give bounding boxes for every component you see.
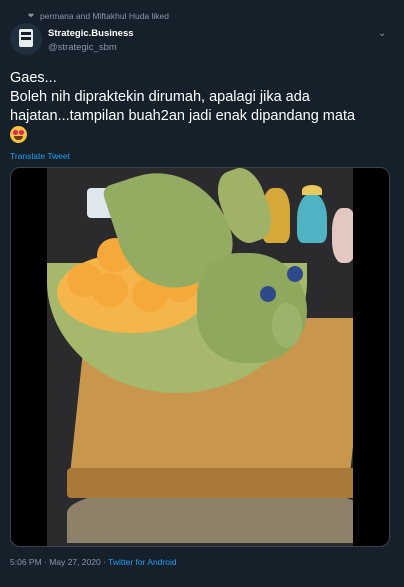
heart-icon: ❤	[28, 13, 34, 20]
chevron-down-icon[interactable]: ⌄	[378, 28, 386, 39]
toy-figure	[297, 185, 327, 243]
tweet-time[interactable]: 5:06 PM · May 27, 2020 ·	[10, 557, 108, 567]
tweet-source[interactable]: Twitter for Android	[108, 557, 177, 567]
heart-eyes-emoji-icon	[10, 126, 27, 143]
blueberry-eye	[287, 266, 303, 282]
melon-snout	[272, 303, 302, 348]
tweet-line: Gaes...	[10, 70, 57, 86]
tweet-text: Gaes... Boleh nih dipraktekin dirumah, a…	[10, 69, 395, 146]
tweet-timestamp: 5:06 PM · May 27, 2020 · Twitter for And…	[10, 557, 177, 567]
tweet-line: Boleh nih dipraktekin dirumah, apalagi j…	[10, 89, 310, 105]
avatar[interactable]	[10, 23, 42, 55]
tweet-video[interactable]	[10, 167, 390, 547]
tweet-emoji-line	[10, 126, 395, 146]
melon-ball	[92, 273, 128, 307]
translate-tweet-link[interactable]: Translate Tweet	[10, 151, 70, 161]
author-display-name[interactable]: Strategic.Business	[48, 28, 134, 39]
blueberry-eye	[260, 286, 276, 302]
social-context-text: permana and Miftakhul Huda liked	[40, 11, 169, 21]
cutting-board-edge	[67, 468, 353, 498]
sbm-logo-icon	[19, 29, 33, 47]
toy-figure	[332, 208, 353, 263]
social-context[interactable]: ❤ permana and Miftakhul Huda liked	[28, 11, 169, 21]
video-frame[interactable]	[47, 168, 353, 546]
tweet-line: hajatan...tampilan buah2an jadi enak dip…	[10, 108, 356, 124]
author-handle[interactable]: @strategic_sbm	[48, 42, 117, 53]
